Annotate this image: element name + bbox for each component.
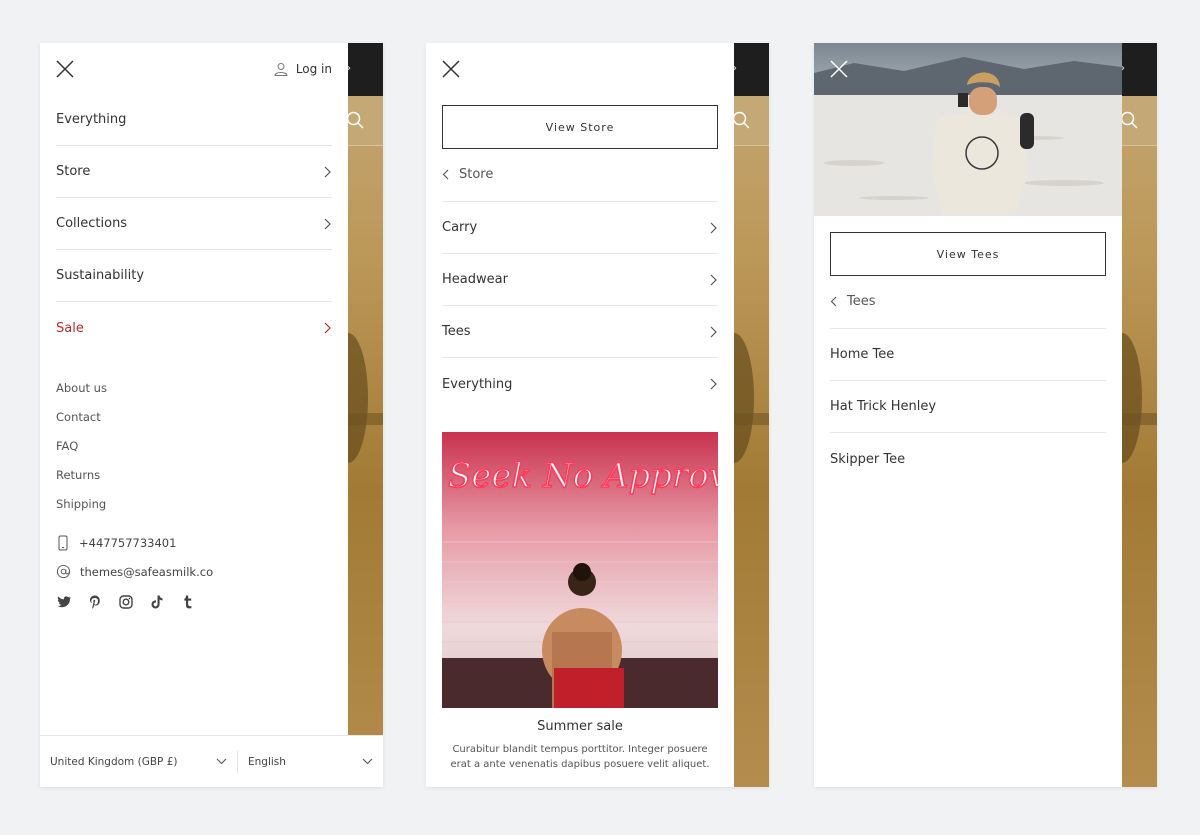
chevron-right-icon	[324, 322, 332, 334]
list-item-skipper-tee[interactable]: Skipper Tee	[830, 433, 1106, 485]
nav-item-sustainability[interactable]: Sustainability	[56, 250, 332, 302]
locale-footer: United Kingdom (GBP £) English	[40, 735, 383, 787]
tiktok-icon[interactable]	[149, 594, 164, 609]
chevron-right-icon	[710, 222, 718, 234]
link-faq[interactable]: FAQ	[56, 431, 107, 460]
list-item-headwear[interactable]: Headwear	[442, 254, 718, 306]
tees-products: Home Tee Hat Trick Henley Skipper Tee	[830, 328, 1106, 485]
language-selector[interactable]: English	[238, 756, 383, 768]
menu-screen-main: › Log in Everything Store Collections Su…	[40, 43, 383, 787]
primary-nav: Everything Store Collections Sustainabil…	[56, 94, 332, 354]
hero-image	[814, 43, 1122, 216]
login-link[interactable]: Log in	[274, 62, 332, 76]
list-item-label: Headwear	[442, 272, 508, 287]
contact-phone[interactable]: +447757733401	[56, 535, 176, 551]
chevron-right-icon	[324, 166, 332, 178]
language-value: English	[248, 755, 286, 768]
twitter-icon[interactable]	[56, 594, 71, 609]
phone-number: +447757733401	[79, 536, 177, 550]
list-item-home-tee[interactable]: Home Tee	[830, 329, 1106, 381]
nav-item-collections[interactable]: Collections	[56, 198, 332, 250]
menu-drawer: Log in Everything Store Collections Sust…	[40, 43, 348, 787]
list-item-label: Tees	[442, 324, 471, 339]
list-item-carry[interactable]: Carry	[442, 202, 718, 254]
chevron-right-icon	[324, 218, 332, 230]
country-value: United Kingdom (GBP £)	[50, 755, 178, 768]
nav-label: Everything	[56, 112, 127, 127]
link-returns[interactable]: Returns	[56, 460, 107, 489]
nav-label: Sale	[56, 320, 84, 336]
search-icon	[1120, 111, 1138, 129]
nav-label: Store	[56, 164, 91, 179]
contact-email[interactable]: themes@safeasmilk.co	[56, 564, 213, 579]
link-contact[interactable]: Contact	[56, 402, 107, 431]
chevron-left-icon	[830, 296, 837, 307]
tees-submenu: View Tees Tees Home Tee Hat Trick Henley…	[814, 43, 1122, 787]
back-label: Store	[459, 167, 494, 182]
list-item-tees[interactable]: Tees	[442, 306, 718, 358]
promo-title: Summer sale	[537, 719, 623, 734]
nav-item-everything[interactable]: Everything	[56, 94, 332, 146]
neon-sign-photo: Seek No Approval	[442, 432, 718, 708]
pinterest-icon[interactable]	[87, 594, 102, 609]
close-icon[interactable]	[442, 60, 460, 78]
store-categories: Carry Headwear Tees Everything	[442, 201, 718, 410]
close-icon[interactable]	[56, 60, 74, 78]
nav-item-store[interactable]: Store	[56, 146, 332, 198]
search-icon	[346, 111, 364, 129]
list-item-everything[interactable]: Everything	[442, 358, 718, 410]
login-label: Log in	[295, 62, 332, 76]
background-page: ›	[714, 43, 769, 787]
menu-screen-tees: › View Tees Tees Home Tee Hat Trick Henl…	[814, 43, 1157, 787]
list-item-label: Everything	[442, 376, 513, 392]
back-to-tees[interactable]: Tees	[830, 294, 876, 309]
country-selector[interactable]: United Kingdom (GBP £)	[40, 750, 238, 773]
nav-label: Collections	[56, 216, 128, 231]
promo-description: Curabitur blandit tempus porttitor. Inte…	[450, 744, 710, 770]
chevron-down-icon	[362, 758, 373, 765]
store-submenu: View Store Store Carry Headwear Tees Eve…	[426, 43, 734, 787]
social-links	[56, 594, 195, 609]
chevron-right-icon	[710, 274, 718, 286]
secondary-nav: About us Contact FAQ Returns Shipping	[56, 373, 107, 518]
back-to-store[interactable]: Store	[442, 167, 493, 182]
close-icon[interactable]	[830, 60, 848, 78]
list-item-label: Carry	[442, 220, 478, 235]
instagram-icon[interactable]	[118, 594, 133, 609]
mobile-phone-icon	[58, 535, 68, 551]
view-tees-button[interactable]: View Tees	[830, 232, 1106, 276]
promo-image[interactable]: Seek No Approval	[442, 432, 718, 708]
link-about-us[interactable]: About us	[56, 373, 107, 402]
tumblr-icon[interactable]	[180, 594, 195, 609]
list-item-hat-trick-henley[interactable]: Hat Trick Henley	[830, 381, 1106, 433]
nav-item-sale[interactable]: Sale	[56, 302, 332, 354]
menu-screen-store: › View Store Store Carry Headwear Tees E…	[426, 43, 769, 787]
background-page: ›	[328, 43, 383, 787]
background-page: ›	[1102, 43, 1157, 787]
chevron-down-icon	[216, 758, 227, 765]
email-address: themes@safeasmilk.co	[80, 564, 214, 579]
chevron-right-icon	[710, 378, 718, 390]
link-shipping[interactable]: Shipping	[56, 489, 107, 518]
search-icon	[732, 111, 750, 129]
user-icon	[274, 63, 288, 76]
view-store-button[interactable]: View Store	[442, 105, 718, 149]
neon-sign-text: Seek No Approval	[448, 456, 718, 496]
at-sign-icon	[56, 564, 71, 579]
nav-label: Sustainability	[56, 268, 145, 283]
chevron-right-icon	[710, 326, 718, 338]
back-label: Tees	[847, 294, 876, 309]
chevron-left-icon	[442, 169, 449, 180]
man-desert-photo	[814, 43, 1122, 216]
